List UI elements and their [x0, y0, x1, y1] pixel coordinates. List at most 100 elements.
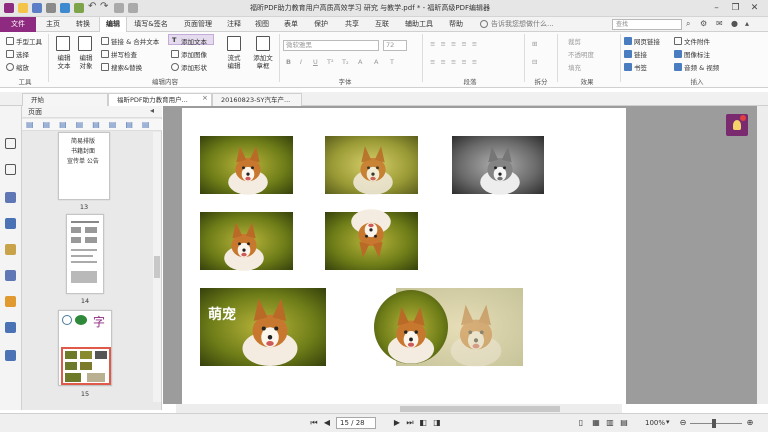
open-icon[interactable] — [18, 3, 28, 13]
panel-scrollbar-thumb[interactable] — [154, 256, 160, 278]
single-page-button[interactable]: ▯ — [576, 418, 586, 428]
redo-icon[interactable]: ↷ — [100, 1, 108, 12]
dog-image-rotated[interactable] — [325, 209, 418, 270]
split-button-2[interactable]: ⊟ — [532, 58, 537, 66]
bookmark-button[interactable]: 书签 — [634, 62, 647, 72]
menu-help[interactable]: 帮助 — [444, 17, 468, 32]
search-icon[interactable]: ⌕ — [686, 19, 690, 29]
bold-button[interactable]: B — [286, 58, 291, 66]
close-tab-icon[interactable]: × — [202, 94, 208, 102]
link-button[interactable]: 链接 — [634, 49, 647, 59]
superscript-button[interactable]: T² — [327, 58, 334, 66]
collapse-panel-icon[interactable]: ◂ — [150, 106, 154, 115]
dog-image-circle-crop[interactable] — [374, 290, 448, 364]
pdf-page[interactable]: 萌宠 — [182, 108, 626, 404]
new-icon[interactable] — [60, 3, 70, 13]
tab-document-2[interactable]: 20160823-SY汽车产... — [212, 93, 302, 106]
menu-file[interactable]: 文件 — [0, 17, 36, 32]
dog-image-grayscale[interactable] — [452, 136, 544, 195]
zoom-slider-handle[interactable] — [712, 419, 716, 428]
close-button[interactable]: ✕ — [748, 2, 761, 14]
menu-fill-sign[interactable]: 填写&签名 — [131, 17, 171, 32]
last-page-button[interactable]: ⏭ — [405, 418, 415, 428]
zoom-level[interactable]: 100% — [645, 419, 665, 427]
flow-edit-button[interactable]: 流式编辑 — [225, 54, 243, 70]
undo-icon[interactable]: ↶ — [88, 1, 96, 12]
continuous-facing-button[interactable]: ▤ — [619, 418, 629, 428]
dog-image-flipped[interactable] — [200, 212, 293, 271]
hand-icon[interactable] — [128, 3, 138, 13]
zoom-slider[interactable] — [690, 423, 742, 424]
facing-page-button[interactable]: ▥ — [605, 418, 615, 428]
menu-comment[interactable]: 注释 — [222, 17, 246, 32]
security-icon[interactable] — [5, 296, 16, 307]
italic-button[interactable]: I — [300, 58, 302, 66]
audio-video-button[interactable]: 音频 & 视频 — [684, 62, 719, 72]
back-view-button[interactable]: ◧ — [418, 418, 428, 428]
forward-view-button[interactable]: ◨ — [432, 418, 442, 428]
align-buttons-row-1[interactable]: ≡≡≡≡≡ — [430, 40, 482, 48]
add-shape-button[interactable]: 添加形状 — [181, 62, 207, 72]
continuous-page-button[interactable]: ▦ — [591, 418, 601, 428]
crop-button[interactable]: 裁剪 — [568, 36, 581, 46]
tools-icon[interactable] — [5, 350, 16, 361]
page-number-input[interactable]: 15 / 28 — [336, 417, 376, 429]
align-buttons-row-2[interactable]: ≡≡≡≡≡ — [430, 58, 482, 66]
save-icon[interactable] — [32, 3, 42, 13]
link-merge-button[interactable]: 链接 & 合并文本 — [111, 36, 159, 46]
zoom-tool-button[interactable]: 缩放 — [16, 62, 29, 72]
notification-icon[interactable]: ✉ — [716, 19, 723, 28]
hand-tool-button[interactable]: 手型工具 — [16, 36, 42, 46]
select-tool-button[interactable]: 选择 — [16, 49, 29, 59]
underline-button[interactable]: U — [313, 58, 318, 66]
next-page-button[interactable]: ▶ — [392, 418, 402, 428]
image-annotation-button[interactable]: 图像标注 — [684, 49, 710, 59]
opacity-button[interactable]: 不透明度 — [568, 49, 594, 59]
text-effect-button[interactable]: A — [374, 58, 378, 66]
tags-icon[interactable] — [5, 322, 16, 333]
menu-protect[interactable]: 保护 — [309, 17, 333, 32]
web-link-button[interactable]: 网页链接 — [634, 36, 660, 46]
horizontal-scrollbar-thumb[interactable] — [400, 406, 560, 412]
vertical-scrollbar[interactable] — [757, 106, 768, 404]
subscript-button[interactable]: T₂ — [342, 58, 349, 66]
search-input[interactable]: 查找 — [612, 19, 682, 30]
content-icon[interactable] — [5, 270, 16, 281]
menu-page-manage[interactable]: 页面管理 — [178, 17, 218, 32]
ribbon-collapse-icon[interactable]: ▴ — [745, 19, 749, 28]
thumbnail-page-15[interactable]: 字 — [58, 310, 112, 386]
minimize-button[interactable]: – — [710, 2, 723, 14]
menu-view[interactable]: 视图 — [250, 17, 274, 32]
panel-toolbar-icons[interactable]: ▤▤▤▤▤▤▤▤ — [26, 120, 158, 129]
spell-check-button[interactable]: 拼写检查 — [111, 49, 137, 59]
edit-text-button[interactable]: 编辑文本 — [55, 54, 73, 70]
export-icon[interactable] — [74, 3, 84, 13]
fill-button[interactable]: 填充 — [568, 62, 581, 72]
restore-button[interactable]: ❐ — [729, 2, 742, 14]
settings-icon[interactable]: ⚙ — [700, 19, 707, 28]
thumbnail-page-14[interactable] — [66, 214, 104, 294]
menu-interact[interactable]: 互联 — [370, 17, 394, 32]
tip-button[interactable] — [726, 114, 748, 136]
attachments-icon[interactable] — [5, 244, 16, 255]
zoom-dropdown-icon[interactable]: ▾ — [666, 418, 670, 426]
add-text-button[interactable]: 添加文本 — [181, 36, 207, 46]
menu-convert[interactable]: 转换 — [70, 17, 96, 32]
account-icon[interactable]: ● — [731, 19, 738, 28]
menu-assist[interactable]: 辅助工具 — [400, 17, 438, 32]
previous-page-button[interactable]: ◀ — [322, 418, 332, 428]
image-caption[interactable]: 萌宠 — [208, 304, 236, 324]
tell-me-input[interactable]: 告诉我您想做什么... — [491, 17, 561, 32]
horizontal-scrollbar[interactable] — [176, 404, 622, 413]
zoom-out-button[interactable]: ⊖ — [678, 418, 688, 428]
find-replace-button[interactable]: 搜索&替换 — [111, 62, 142, 72]
menu-home[interactable]: 主页 — [40, 17, 66, 32]
font-name-select[interactable]: 微软雅黑 — [283, 40, 379, 51]
font-color-button[interactable]: A — [358, 58, 362, 66]
first-page-button[interactable]: ⏮ — [309, 418, 319, 428]
comments-icon[interactable] — [5, 218, 16, 229]
zoom-in-button[interactable]: ⊕ — [745, 418, 755, 428]
dog-image-with-caption[interactable] — [200, 288, 326, 366]
menu-edit[interactable]: 编辑 — [99, 17, 127, 33]
dog-image-bright[interactable] — [325, 136, 418, 195]
